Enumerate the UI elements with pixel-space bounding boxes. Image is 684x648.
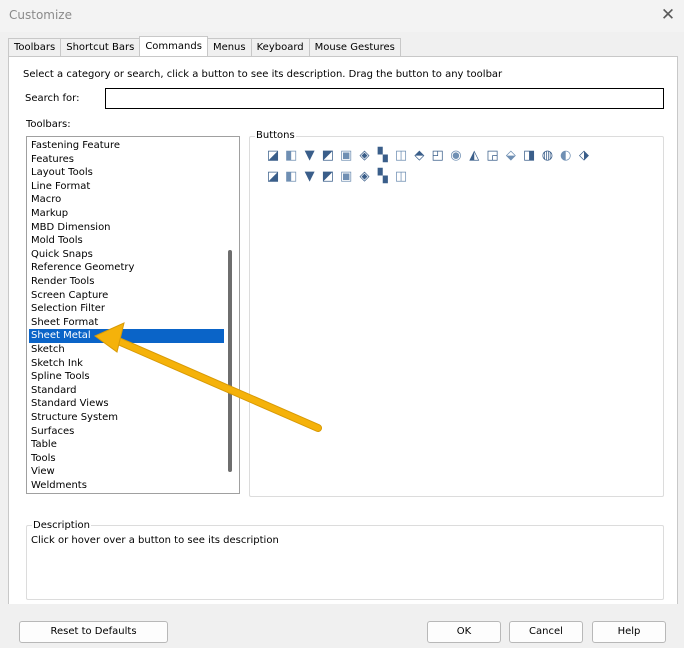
toolbar-item-markup[interactable]: Markup (29, 207, 224, 221)
description-text: Click or hover over a button to see its … (31, 535, 279, 546)
hem-icon[interactable]: ◈ (356, 149, 372, 163)
toolbar-item-selection-filter[interactable]: Selection Filter (29, 302, 224, 316)
tab-mouse-gestures[interactable]: Mouse Gestures (308, 38, 401, 56)
toolbar-item-mbd-dimension[interactable]: MBD Dimension (29, 221, 224, 235)
close-icon[interactable]: ✕ (660, 6, 676, 24)
toolbar-item-surfaces[interactable]: Surfaces (29, 425, 224, 439)
toolbar-item-screen-capture[interactable]: Screen Capture (29, 289, 224, 303)
tab-and-slot-icon[interactable]: ◨ (521, 149, 537, 163)
vent-icon[interactable]: ◍ (539, 149, 555, 163)
toolbar-item-quick-snaps[interactable]: Quick Snaps (29, 248, 224, 262)
convert-to-sheet-metal-icon[interactable]: ◧ (283, 149, 299, 163)
toolbar-item-render-tools[interactable]: Render Tools (29, 275, 224, 289)
instructions-text: Select a category or search, click a but… (23, 69, 503, 80)
tab-keyboard[interactable]: Keyboard (250, 38, 310, 56)
tab-toolbars[interactable]: Toolbars (8, 38, 62, 56)
tab-menus[interactable]: Menus (206, 38, 252, 56)
jog-icon[interactable]: ▚ (375, 149, 391, 163)
fold-icon[interactable]: ⬗ (576, 149, 592, 163)
cancel-button[interactable]: Cancel (509, 621, 583, 643)
simple-hole-icon[interactable]: ◈ (356, 170, 372, 184)
no-bends-icon[interactable]: ◧ (283, 170, 299, 184)
tab-shortcut-bars[interactable]: Shortcut Bars (60, 38, 141, 56)
flatten-icon[interactable]: ◪ (265, 170, 281, 184)
toolbar-item-weldments[interactable]: Weldments (29, 479, 224, 493)
sketched-bend-icon[interactable]: ◫ (393, 149, 409, 163)
toolbar-item-line-format[interactable]: Line Format (29, 180, 224, 194)
base-flange-icon[interactable]: ◪ (265, 149, 281, 163)
closed-corner-icon[interactable]: ◰ (430, 149, 446, 163)
miter-flange-icon[interactable]: ▣ (338, 149, 354, 163)
toolbar-item-mold-tools[interactable]: Mold Tools (29, 234, 224, 248)
ok-button[interactable]: OK (427, 621, 501, 643)
toolbar-item-sketch[interactable]: Sketch (29, 343, 224, 357)
toolbar-item-table[interactable]: Table (29, 438, 224, 452)
buttons-label: Buttons (255, 130, 296, 141)
search-label: Search for: (25, 93, 80, 104)
rip-icon[interactable]: ▼ (302, 170, 318, 184)
break-corner-icon[interactable]: ◭ (466, 149, 482, 163)
toolbars-scrollbar[interactable] (228, 250, 232, 472)
toolbar-item-sketch-ink[interactable]: Sketch Ink (29, 357, 224, 371)
toolbar-item-features[interactable]: Features (29, 153, 224, 167)
buttons-area (255, 143, 661, 483)
extruded-cut-icon[interactable]: ▣ (338, 170, 354, 184)
toolbar-item-layout-tools[interactable]: Layout Tools (29, 166, 224, 180)
toolbars-list[interactable]: Fastening Feature Features Layout Tools Lin… (26, 136, 240, 494)
title-bar (0, 0, 684, 32)
buttons-row-1: ◪ ◧ ▼ ◩ ▣ ◈ ▚ ◫ ⬘ ◰ ◉ ◭ ◲ ⬙ ◨ ◍ ◐ ⬗ (265, 149, 594, 163)
toolbars-label: Toolbars: (26, 119, 71, 130)
buttons-row-2: ◪ ◧ ▼ ◩ ▣ ◈ ▚ ◫ (265, 170, 411, 184)
tab-strip: Toolbars Shortcut Bars Commands Menus Ke… (8, 36, 401, 57)
forming-tool-icon[interactable]: ⬙ (503, 149, 519, 163)
toolbar-item-structure-system[interactable]: Structure System (29, 411, 224, 425)
welded-corner-icon[interactable]: ◉ (448, 149, 464, 163)
insert-bends-icon[interactable]: ◩ (320, 170, 336, 184)
toolbar-item-sheet-format[interactable]: Sheet Format (29, 316, 224, 330)
tab-commands[interactable]: Commands (139, 36, 208, 56)
normal-cut-icon[interactable]: ◫ (393, 170, 409, 184)
toolbar-item-tools[interactable]: Tools (29, 452, 224, 466)
window-title: Customize (9, 8, 72, 22)
toolbar-item-view[interactable]: View (29, 465, 224, 479)
corner-relief-icon[interactable]: ◲ (485, 149, 501, 163)
reset-to-defaults-button[interactable]: Reset to Defaults (19, 621, 168, 643)
lofted-bend-icon[interactable]: ▼ (302, 149, 318, 163)
unfold-icon[interactable]: ◐ (558, 149, 574, 163)
toolbar-item-spline-tools[interactable]: Spline Tools (29, 370, 224, 384)
toolbar-item-standard-views[interactable]: Standard Views (29, 397, 224, 411)
description-label: Description (32, 520, 91, 531)
help-button[interactable]: Help (592, 621, 666, 643)
cross-break-icon[interactable]: ⬘ (411, 149, 427, 163)
toolbar-item-standard[interactable]: Standard (29, 384, 224, 398)
sheet-metal-gusset-icon[interactable]: ▚ (375, 170, 391, 184)
toolbar-item-sheet-metal[interactable]: Sheet Metal (29, 329, 224, 343)
toolbar-item-fastening-feature[interactable]: Fastening Feature (29, 139, 224, 153)
toolbar-item-reference-geometry[interactable]: Reference Geometry (29, 261, 224, 275)
edge-flange-icon[interactable]: ◩ (320, 149, 336, 163)
toolbar-item-macro[interactable]: Macro (29, 193, 224, 207)
search-input[interactable] (105, 88, 664, 109)
